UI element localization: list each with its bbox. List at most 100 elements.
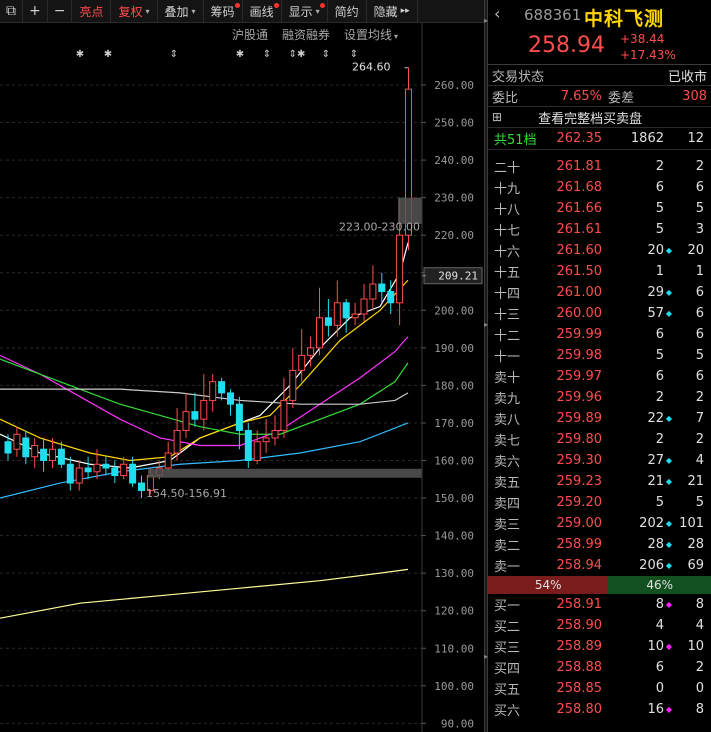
ask-row[interactable]: 卖七 259.80 2 2 bbox=[488, 429, 711, 450]
price-tick-label: 240.00 bbox=[434, 154, 474, 167]
candle-body bbox=[360, 298, 368, 315]
toolbar-item-2[interactable]: − bbox=[48, 0, 73, 22]
ask-row[interactable]: 卖四 259.20 5 5 bbox=[488, 492, 711, 513]
bid-row[interactable]: 买六 258.80 16 ◆ 8 bbox=[488, 699, 711, 720]
ask-row[interactable]: 卖三 259.00 202 ◆ 101 bbox=[488, 513, 711, 534]
bid-row[interactable]: 买一 258.91 8 ◆ 8 bbox=[488, 594, 711, 615]
stock-header: ‹ 688361 中科飞测 258.94 +38.44 +17.43% bbox=[488, 0, 711, 65]
collapse-icon: ▸▸ bbox=[400, 6, 410, 16]
ask-row[interactable]: 卖一 258.94 206 ◆ 69 bbox=[488, 555, 711, 576]
event-marker-icon: ⇕ bbox=[263, 49, 271, 60]
ask-row[interactable]: 十五 261.50 1 1 bbox=[488, 261, 711, 282]
chevron-down-icon: ▾ bbox=[315, 6, 320, 16]
bid-row[interactable]: 买三 258.89 10 ◆ 10 bbox=[488, 636, 711, 657]
ask-row[interactable]: 十二 259.99 6 6 bbox=[488, 324, 711, 345]
ask-list: 二十 261.81 2 2 十九 261.68 6 6 十八 261.66 5 5 十七 261.61 5 3… bbox=[488, 156, 711, 576]
buy-sell-ratio-bar: 54% 46% bbox=[488, 576, 711, 594]
kline-chart[interactable]: 264.60223.00-230.00154.50-156.91✱ ✱ ⇕ ✱ ⇕ ⇕✱ ⇕… bbox=[0, 23, 484, 732]
candle-body bbox=[164, 452, 172, 469]
candle-body bbox=[235, 403, 243, 431]
ask-row[interactable]: 卖八 259.89 22 ◆ 7 bbox=[488, 408, 711, 429]
candle-body bbox=[49, 448, 56, 461]
candle-body bbox=[129, 463, 137, 484]
candle-body bbox=[271, 429, 279, 439]
ask-row[interactable]: 卖二 258.99 28 ◆ 28 bbox=[488, 534, 711, 555]
toolbar-item-3[interactable]: 亮点 bbox=[72, 0, 112, 22]
quote-panel: ‹ 688361 中科飞测 258.94 +38.44 +17.43% 交易状态… bbox=[488, 0, 711, 732]
price-tick-label: 90.00 bbox=[441, 717, 474, 730]
chevron-down-icon: ▾ bbox=[145, 6, 150, 16]
expand-icon: ⊞ bbox=[492, 110, 503, 124]
bid-row[interactable]: 买五 258.85 0 0 bbox=[488, 678, 711, 699]
toolbar-item-0[interactable]: ⧉ bbox=[0, 0, 23, 22]
candle-body bbox=[333, 302, 341, 326]
zone-top-label: 223.00-230.00 bbox=[339, 221, 420, 234]
price-change: +38.44 +17.43% bbox=[620, 32, 676, 62]
ask-row[interactable]: 十四 261.00 29 ◆ 6 bbox=[488, 282, 711, 303]
toolbar-item-8[interactable]: 显示 ▾ bbox=[282, 0, 328, 22]
candle-body bbox=[120, 463, 128, 477]
event-marker-icon: ⇕✱ bbox=[289, 49, 306, 60]
candle-body bbox=[93, 463, 101, 473]
high-price-label: 264.60 bbox=[352, 61, 391, 74]
candle-body bbox=[218, 381, 226, 394]
ask-row[interactable]: 十九 261.68 6 6 bbox=[488, 177, 711, 198]
ask-row[interactable]: 十八 261.66 5 5 bbox=[488, 198, 711, 219]
price-tick-label: 140.00 bbox=[434, 530, 474, 543]
candle-body bbox=[173, 429, 181, 454]
ma5-line bbox=[0, 242, 409, 469]
bid-row[interactable]: 买二 258.90 4 4 bbox=[488, 615, 711, 636]
price-tick-label: 170.00 bbox=[434, 417, 474, 430]
ask-row[interactable]: 卖六 259.30 27 ◆ 4 bbox=[488, 450, 711, 471]
toolbar-item-10[interactable]: 隐藏 ▸▸ bbox=[367, 0, 418, 22]
ask-row[interactable]: 卖九 259.96 2 2 bbox=[488, 387, 711, 408]
candle-body bbox=[102, 463, 110, 469]
candle-body bbox=[244, 429, 252, 461]
price-tick-label: 150.00 bbox=[434, 492, 474, 505]
candle-body bbox=[378, 283, 386, 293]
bid-row[interactable]: 买四 258.88 6 2 bbox=[488, 657, 711, 678]
ask-row[interactable]: 十三 260.00 57 ◆ 6 bbox=[488, 303, 711, 324]
candle-body bbox=[227, 392, 234, 405]
event-marker-icon: ⇕ bbox=[350, 49, 358, 60]
candle-body bbox=[324, 317, 332, 326]
toolbar-item-5[interactable]: 叠加 ▾ bbox=[158, 0, 204, 22]
stock-name: 中科飞测 bbox=[584, 8, 665, 30]
candle-body bbox=[84, 467, 92, 473]
ask-row[interactable]: 卖五 259.23 21 ◆ 21 bbox=[488, 471, 711, 492]
candle-body bbox=[298, 354, 306, 371]
notification-dot bbox=[273, 3, 279, 8]
candle-body bbox=[13, 433, 21, 450]
candle-body bbox=[396, 234, 404, 304]
candle-body bbox=[31, 444, 39, 458]
ask-row[interactable]: 二十 261.81 2 2 bbox=[488, 156, 711, 177]
candle-body bbox=[253, 441, 261, 462]
event-marker-icon: ⇕ bbox=[322, 49, 330, 60]
candle-body bbox=[22, 437, 30, 458]
ask-row[interactable]: 卖十 259.97 6 6 bbox=[488, 366, 711, 387]
price-tick-label: 120.00 bbox=[434, 605, 474, 618]
total-levels-row: 共51档 262.35 1862 12 bbox=[488, 128, 711, 150]
toolbar-item-7[interactable]: 画线 bbox=[243, 0, 282, 22]
price-tick-label: 200.00 bbox=[434, 304, 474, 317]
notification-dot bbox=[319, 3, 325, 8]
toolbar-item-4[interactable]: 复权 ▾ bbox=[111, 0, 158, 22]
candle-body bbox=[316, 317, 323, 349]
ask-row[interactable]: 十六 261.60 20 ◆ 20 bbox=[488, 240, 711, 261]
full-book-button[interactable]: ⊞ 查看完整档买卖盘 bbox=[488, 107, 711, 128]
candle-body bbox=[4, 441, 12, 454]
candle-body bbox=[200, 399, 208, 420]
ask-row[interactable]: 十一 259.98 5 5 bbox=[488, 345, 711, 366]
toolbar-item-6[interactable]: 筹码 bbox=[204, 0, 243, 22]
back-icon[interactable]: ‹ bbox=[494, 4, 500, 23]
toolbar-item-9[interactable]: 简约 bbox=[328, 0, 367, 22]
chevron-down-icon: ▾ bbox=[191, 6, 196, 16]
buy-ratio: 46% bbox=[608, 576, 711, 594]
candle-body bbox=[40, 448, 48, 461]
ask-row[interactable]: 十七 261.61 5 3 bbox=[488, 219, 711, 240]
price-tick-label: 130.00 bbox=[434, 567, 474, 580]
candle-body bbox=[369, 283, 377, 300]
candle-body bbox=[66, 463, 74, 484]
order-ratio-row: 委比 7.65% 委差 308 bbox=[488, 86, 711, 107]
toolbar-item-1[interactable]: + bbox=[23, 0, 48, 22]
